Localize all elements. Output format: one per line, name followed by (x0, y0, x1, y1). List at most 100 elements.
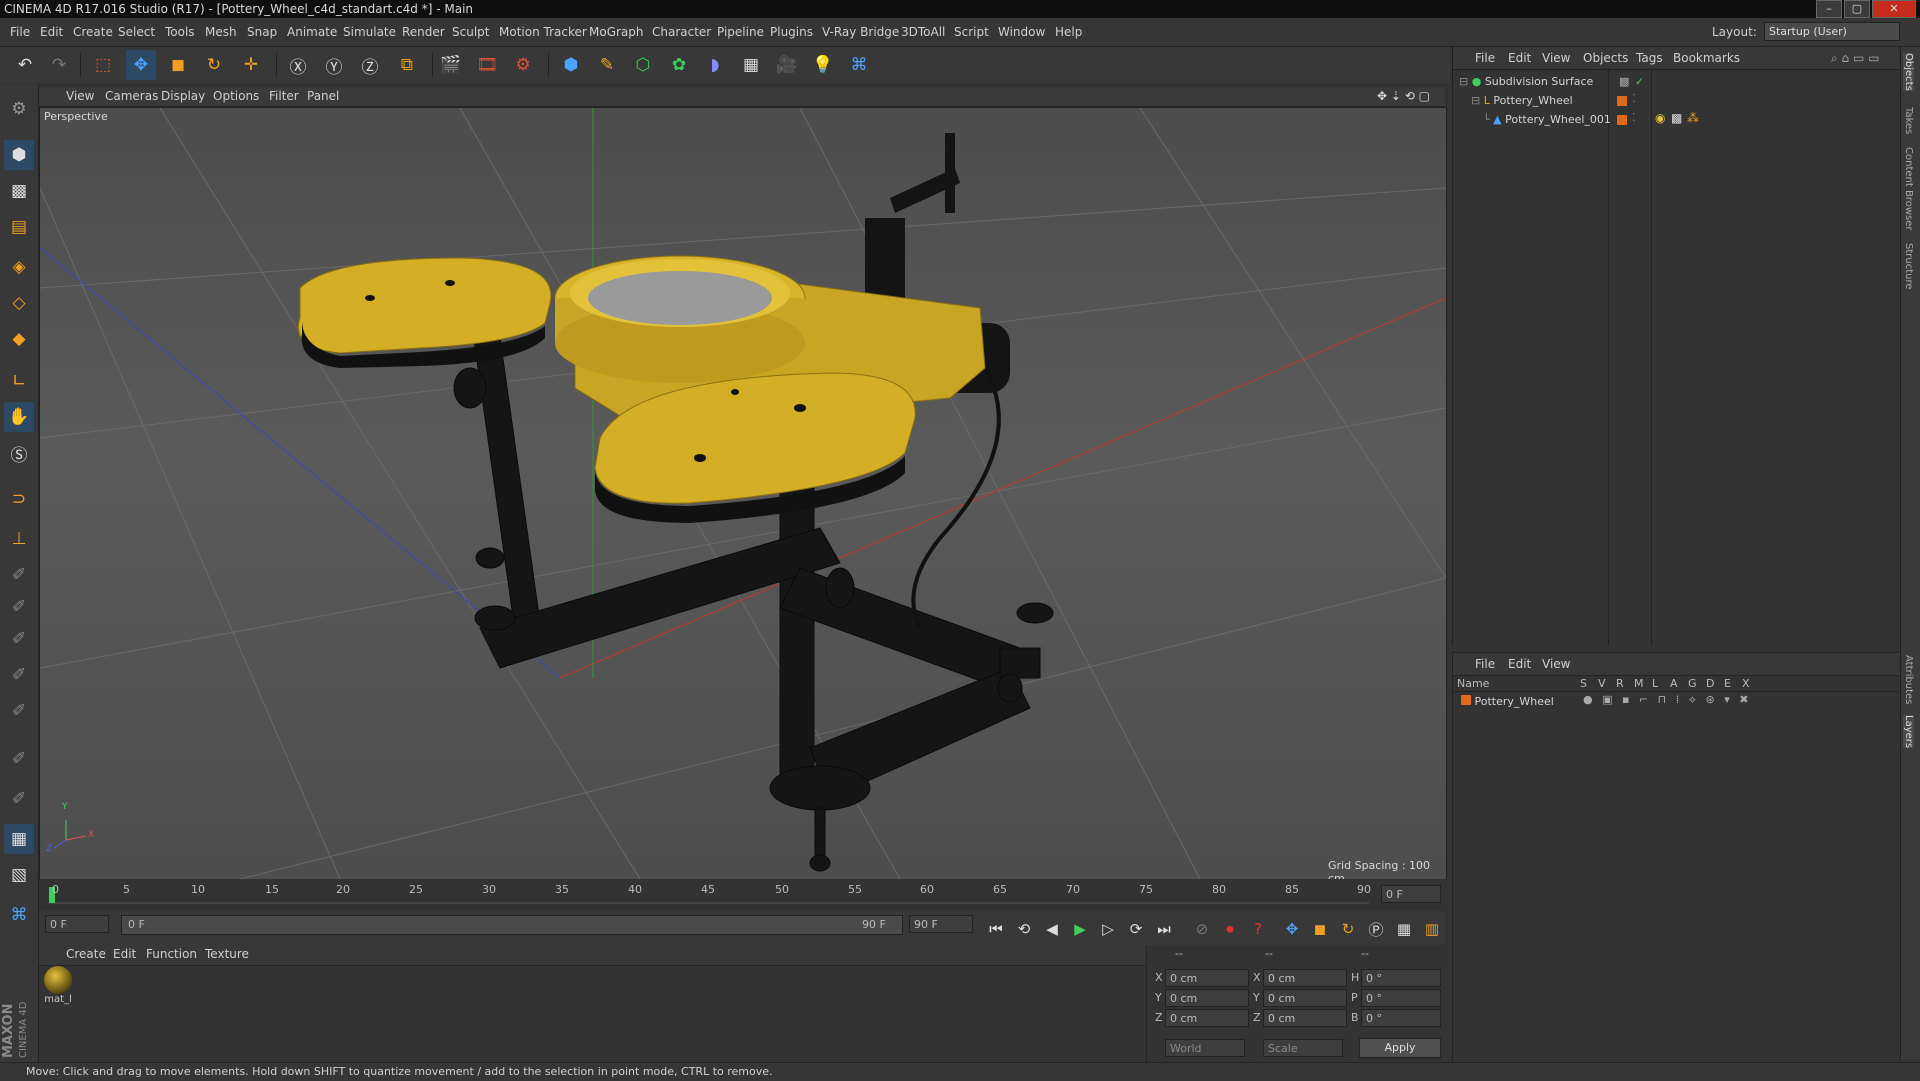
scale-tool-icon[interactable]: ◼ (163, 50, 193, 80)
x-axis-lock-icon[interactable]: Ⓧ (283, 50, 313, 80)
objects-menu-edit[interactable]: Edit (1508, 51, 1531, 65)
phong-tag-icon[interactable]: ⁂ (1687, 111, 1699, 125)
rotate-tool-icon[interactable]: ↻ (199, 50, 229, 80)
move-tool-icon[interactable]: ✥ (126, 50, 156, 80)
column-view[interactable]: V (1598, 677, 1606, 690)
brush-smooth-icon[interactable]: ✐ (4, 560, 34, 590)
viewport-menu-panel[interactable]: Panel (307, 89, 339, 103)
material-menu-edit[interactable]: Edit (113, 947, 136, 961)
previous-frame-icon[interactable]: ◀ (1039, 917, 1065, 941)
coordinate-mode-select[interactable]: World (1165, 1039, 1245, 1057)
objects-menu-objects[interactable]: Objects (1583, 51, 1628, 65)
brush-flatten-icon[interactable]: ✐ (4, 660, 34, 690)
pos-z-field[interactable]: 0 cm (1165, 1009, 1249, 1027)
snap-toggle-icon[interactable]: Ⓢ (4, 438, 34, 468)
workplane-mode-icon[interactable]: ▤ (4, 212, 34, 242)
model-mode-icon[interactable]: ⬢ (4, 140, 34, 170)
menu-help[interactable]: Help (1055, 25, 1082, 39)
uvw-tag-icon[interactable]: ▩ (1671, 111, 1682, 125)
timeline-ruler[interactable]: 0 5 10 15 20 25 30 35 40 45 50 55 60 65 … (39, 879, 1445, 911)
menu-render[interactable]: Render (402, 25, 445, 39)
tab-objects[interactable]: Objects (1903, 53, 1914, 91)
column-manager[interactable]: M (1634, 677, 1644, 690)
objects-menu-bookmarks[interactable]: Bookmarks (1673, 51, 1740, 65)
column-xref[interactable]: X (1742, 677, 1750, 690)
texture-mode-icon[interactable]: ▩ (4, 176, 34, 206)
material-swatch[interactable]: mat_l (43, 966, 73, 1012)
column-locked[interactable]: L (1652, 677, 1658, 690)
rot-p-field[interactable]: 0 ° (1361, 989, 1441, 1007)
go-to-end-icon[interactable]: ⏭ (1151, 917, 1177, 941)
previous-key-icon[interactable]: ⟲ (1011, 917, 1037, 941)
coordinate-system-icon[interactable]: ⧉ (392, 50, 422, 80)
menu-edit[interactable]: Edit (40, 25, 63, 39)
camera-icon[interactable]: 🎥 (772, 50, 802, 80)
layers-menu-view[interactable]: View (1542, 657, 1570, 671)
subdivision-surface-icon[interactable]: ⬡ (628, 50, 658, 80)
redo-icon[interactable]: ↷ (44, 50, 74, 80)
menu-plugins[interactable]: Plugins (770, 25, 813, 39)
live-selection-icon[interactable]: ⬚ (88, 50, 118, 80)
tab-content-browser[interactable]: Content Browser (1903, 147, 1914, 230)
timeline-window-icon[interactable]: ▥ (1419, 917, 1445, 941)
rot-h-field[interactable]: 0 ° (1361, 969, 1441, 987)
points-mode-icon[interactable]: ◈ (4, 252, 34, 282)
object-row-pottery-wheel[interactable]: ⊟ L Pottery_Wheel (1471, 92, 1891, 109)
visibility-dots-icon[interactable]: ⁚ (1632, 92, 1636, 105)
size-z-field[interactable]: 0 cm (1263, 1009, 1347, 1027)
y-axis-lock-icon[interactable]: Ⓨ (319, 50, 349, 80)
key-scale-icon[interactable]: ◼ (1307, 917, 1333, 941)
menu-file[interactable]: File (10, 25, 30, 39)
viewport-nav-icons[interactable]: ✥ ⇣ ⟲ ▢ (1377, 89, 1430, 103)
magnet-tool-icon[interactable]: ⊃ (4, 484, 34, 514)
brush-knife-icon[interactable]: ✐ (4, 784, 34, 814)
transform-tool-icon[interactable]: ✛ (236, 50, 266, 80)
size-mode-select[interactable]: Scale (1263, 1039, 1343, 1057)
maximize-button[interactable]: ▢ (1844, 0, 1870, 18)
tweak-mode-icon[interactable]: ✋ (4, 402, 34, 432)
make-editable-icon[interactable]: ⚙ (4, 94, 34, 124)
brush-pull-icon[interactable]: ✐ (4, 592, 34, 622)
objects-menu-tags[interactable]: Tags (1636, 51, 1663, 65)
menu-3dtoall[interactable]: 3DToAll (901, 25, 945, 39)
object-row-pottery-wheel-001[interactable]: └ ▲ Pottery_Wheel_001 (1483, 111, 1883, 128)
z-axis-lock-icon[interactable]: Ⓩ (355, 50, 385, 80)
column-animation[interactable]: A (1670, 677, 1678, 690)
spline-pen-icon[interactable]: ✎ (592, 50, 622, 80)
keyframe-selection-icon[interactable]: ? (1245, 917, 1271, 941)
key-position-icon[interactable]: ✥ (1279, 917, 1305, 941)
viewport-perspective[interactable]: Perspective Grid Spacing : 100 cm Y X Z (39, 107, 1447, 880)
workplane-icon[interactable]: ⊥ (4, 524, 34, 554)
object-manager-tools-icons[interactable]: ⌕ ⌂ ▭ ▭ (1831, 51, 1879, 66)
brush-inflate-icon[interactable]: ✐ (4, 696, 34, 726)
autokey-icon[interactable]: ⏺ (1217, 917, 1243, 941)
menu-script[interactable]: Script (954, 25, 989, 39)
column-render[interactable]: R (1616, 677, 1624, 690)
menu-window[interactable]: Window (998, 25, 1045, 39)
mograph-cloner-icon[interactable]: ✿ (664, 50, 694, 80)
menu-snap[interactable]: Snap (247, 25, 277, 39)
tab-takes[interactable]: Takes (1903, 107, 1914, 134)
enabled-check-icon[interactable]: ✓ (1635, 75, 1644, 88)
layers-menu-file[interactable]: File (1475, 657, 1495, 671)
menu-animate[interactable]: Animate (287, 25, 337, 39)
minimize-button[interactable]: – (1816, 0, 1842, 18)
material-menu-create[interactable]: Create (66, 947, 106, 961)
menu-character[interactable]: Character (652, 25, 711, 39)
python-icon[interactable]: ⌘ (844, 50, 874, 80)
column-deformers[interactable]: D (1706, 677, 1714, 690)
pos-x-field[interactable]: 0 cm (1165, 969, 1249, 987)
key-pla-icon[interactable]: ▦ (1391, 917, 1417, 941)
layer-color-swatch[interactable] (1617, 115, 1627, 125)
layer-toggle-icons[interactable]: ● ▣ ▪ ⌐ ⊓ ⁞ ⟡ ⊛ ▾ ✖ (1583, 693, 1751, 707)
deformer-icon[interactable]: ◗ (700, 50, 730, 80)
size-y-field[interactable]: 0 cm (1263, 989, 1347, 1007)
record-keys-icon[interactable]: ⊘ (1189, 917, 1215, 941)
pos-y-field[interactable]: 0 cm (1165, 989, 1249, 1007)
viewport-menu-options[interactable]: Options (213, 89, 259, 103)
play-icon[interactable]: ▶ (1067, 917, 1093, 941)
menu-simulate[interactable]: Simulate (343, 25, 396, 39)
menu-pipeline[interactable]: Pipeline (717, 25, 764, 39)
start-frame-field[interactable]: 0 F (45, 915, 109, 933)
layout-select[interactable]: Startup (User) (1764, 22, 1900, 41)
